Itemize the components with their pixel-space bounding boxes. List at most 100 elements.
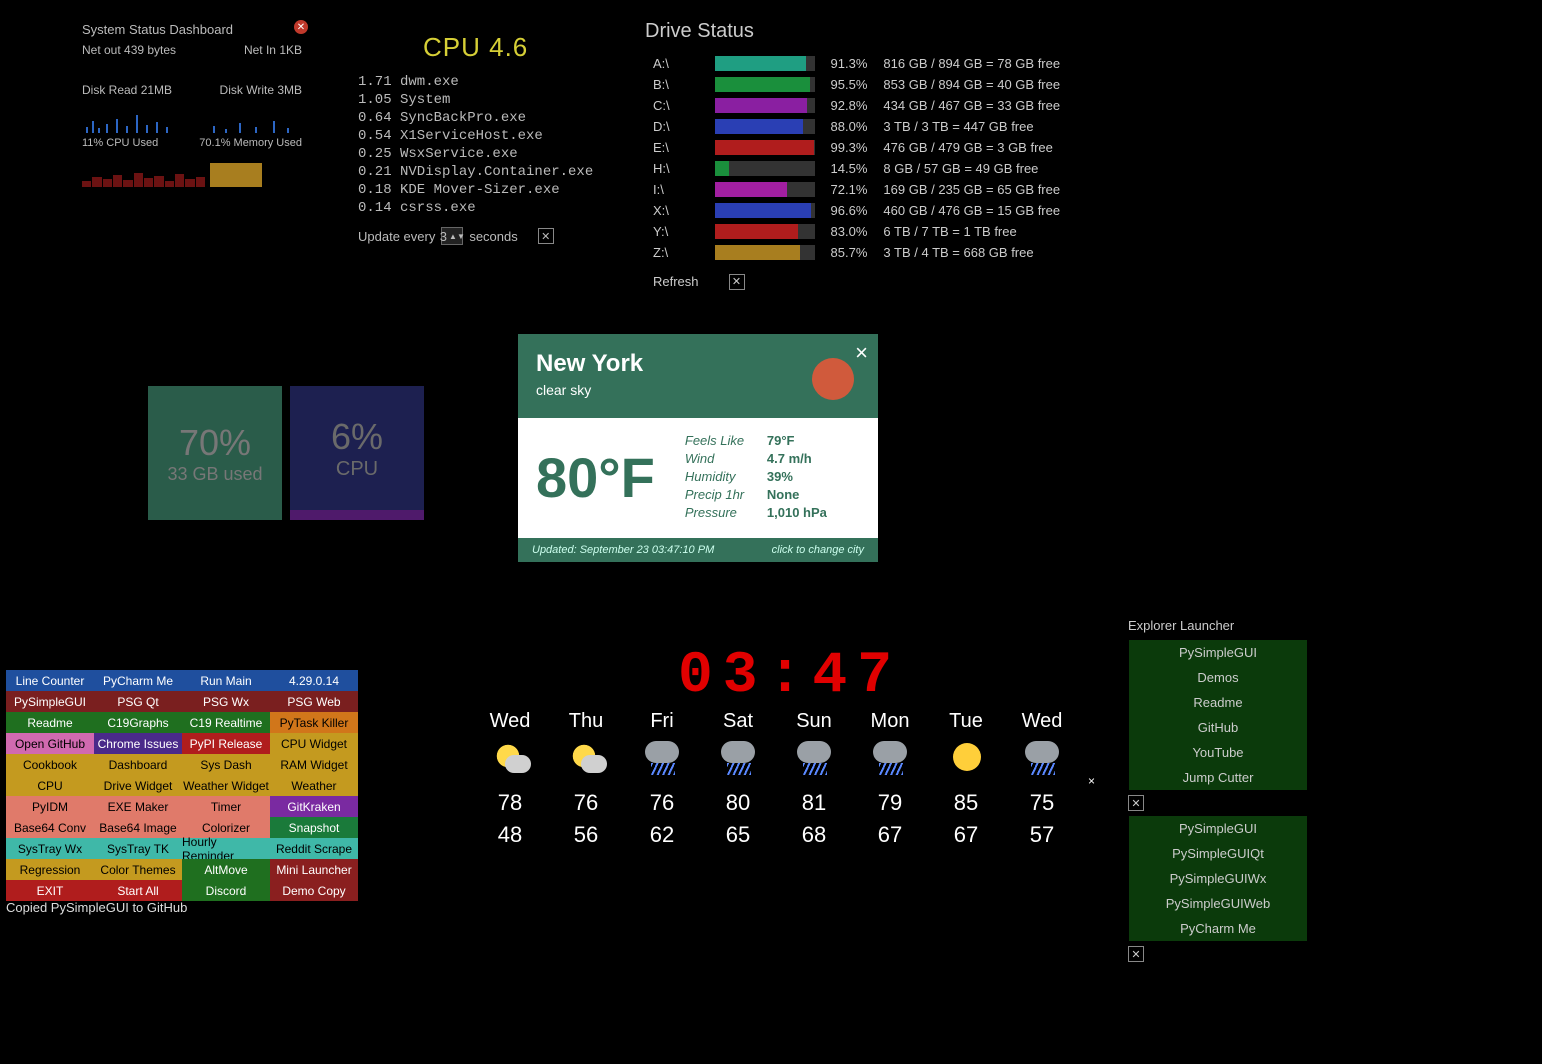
forecast-day-name: Wed xyxy=(474,710,546,733)
launcher-button[interactable]: Base64 Image xyxy=(94,817,182,838)
forecast-high: 85 xyxy=(930,787,1002,819)
launcher-button[interactable]: Reddit Scrape xyxy=(270,838,358,859)
launcher-button[interactable]: PSG Wx xyxy=(182,691,270,712)
launcher-button[interactable]: Sys Dash xyxy=(182,754,270,775)
explorer-item[interactable]: PySimpleGUI xyxy=(1129,640,1307,665)
forecast-day-name: Wed xyxy=(1006,710,1078,733)
launcher-button[interactable]: EXIT xyxy=(6,880,94,901)
launcher-button[interactable]: AltMove xyxy=(182,859,270,880)
launcher-button[interactable]: PSG Web xyxy=(270,691,358,712)
launcher-button[interactable]: Open GitHub xyxy=(6,733,94,754)
forecast-day: Sun8168 xyxy=(778,710,850,851)
explorer-close-1[interactable]: ✕ xyxy=(1128,795,1144,811)
refresh-label[interactable]: Refresh xyxy=(645,263,707,293)
cpu-used-label: 11% CPU Used xyxy=(82,137,158,149)
launcher-button[interactable]: Dashboard xyxy=(94,754,182,775)
drive-bar xyxy=(715,161,815,176)
explorer-item[interactable]: YouTube xyxy=(1129,740,1307,765)
launcher-button[interactable]: Base64 Conv xyxy=(6,817,94,838)
launcher-button[interactable]: CPU xyxy=(6,775,94,796)
launcher-button[interactable]: GitKraken xyxy=(270,796,358,817)
drive-bar xyxy=(715,119,815,134)
explorer-item[interactable]: GitHub xyxy=(1129,715,1307,740)
explorer-item[interactable]: Jump Cutter xyxy=(1129,765,1307,790)
launcher-button[interactable]: C19 Realtime xyxy=(182,712,270,733)
cpu-tile[interactable]: 6% CPU xyxy=(290,386,424,520)
launcher-button[interactable]: 4.29.0.14 xyxy=(270,670,358,691)
drive-bar xyxy=(715,224,815,239)
forecast-close-icon[interactable]: × xyxy=(1088,774,1095,788)
forecast-low: 62 xyxy=(626,819,698,851)
launcher-button[interactable]: SysTray TK xyxy=(94,838,182,859)
net-in-label: Net In 1KB xyxy=(244,43,302,57)
weather-hint[interactable]: click to change city xyxy=(772,544,864,556)
explorer-item[interactable]: PySimpleGUI xyxy=(1129,816,1307,841)
forecast-day-name: Mon xyxy=(854,710,926,733)
launcher-button[interactable]: RAM Widget xyxy=(270,754,358,775)
launcher-button[interactable]: CPU Widget xyxy=(270,733,358,754)
forecast-high: 75 xyxy=(1006,787,1078,819)
net-out-label: Net out 439 bytes xyxy=(82,43,176,57)
dashboard-title: System Status Dashboard xyxy=(82,22,302,37)
launcher-button[interactable]: PyPI Release xyxy=(182,733,270,754)
explorer-item[interactable]: Readme xyxy=(1129,690,1307,715)
drive-text: 3 TB / 4 TB = 668 GB free xyxy=(875,242,1068,263)
mem-used-label: 70.1% Memory Used xyxy=(199,137,302,149)
explorer-item[interactable]: PySimpleGUIWx xyxy=(1129,866,1307,891)
launcher-button[interactable]: Drive Widget xyxy=(94,775,182,796)
launcher-button[interactable]: Weather xyxy=(270,775,358,796)
weather-close-icon[interactable]: × xyxy=(855,340,868,366)
update-interval-spinner[interactable]: 3▲▼ xyxy=(441,227,463,245)
launcher-button[interactable]: Weather Widget xyxy=(182,775,270,796)
drive-close-button[interactable]: ✕ xyxy=(729,274,745,290)
launcher-button[interactable]: Demo Copy xyxy=(270,880,358,901)
launcher-button[interactable]: C19Graphs xyxy=(94,712,182,733)
launcher-button[interactable]: Regression xyxy=(6,859,94,880)
launcher-button[interactable]: Cookbook xyxy=(6,754,94,775)
explorer-item[interactable]: PySimpleGUIQt xyxy=(1129,841,1307,866)
forecast-low: 56 xyxy=(550,819,622,851)
launcher-button[interactable]: PyCharm Me xyxy=(94,670,182,691)
forecast-high: 81 xyxy=(778,787,850,819)
launcher-button[interactable]: Line Counter xyxy=(6,670,94,691)
cpu-tile-sub: CPU xyxy=(336,458,378,481)
launcher-button[interactable]: SysTray Wx xyxy=(6,838,94,859)
drive-percent: 88.0% xyxy=(823,116,876,137)
memory-percent: 70% xyxy=(179,422,251,464)
drive-percent: 83.0% xyxy=(823,221,876,242)
explorer-item[interactable]: PyCharm Me xyxy=(1129,916,1307,941)
launcher-button[interactable]: Discord xyxy=(182,880,270,901)
weather-clear-icon xyxy=(943,741,989,777)
memory-tile[interactable]: 70% 33 GB used xyxy=(148,386,282,520)
launcher-button[interactable]: PSG Qt xyxy=(94,691,182,712)
explorer-item[interactable]: Demos xyxy=(1129,665,1307,690)
launcher-button[interactable]: Run Main xyxy=(182,670,270,691)
launcher-button[interactable]: EXE Maker xyxy=(94,796,182,817)
launcher-button[interactable]: PyTask Killer xyxy=(270,712,358,733)
launcher-button[interactable]: Mini Launcher xyxy=(270,859,358,880)
launcher-button[interactable]: Start All xyxy=(94,880,182,901)
weather-sun-icon xyxy=(487,741,533,777)
forecast-day: Mon7967 xyxy=(854,710,926,851)
launcher-button[interactable]: Color Themes xyxy=(94,859,182,880)
drive-letter: H:\ xyxy=(645,158,707,179)
weather-detail-row: Humidity39% xyxy=(685,468,827,486)
forecast-day-name: Tue xyxy=(930,710,1002,733)
drive-text: 169 GB / 235 GB = 65 GB free xyxy=(875,179,1068,200)
status-line: Copied PySimpleGUI to GitHub xyxy=(6,900,187,915)
weather-detail-value: 79°F xyxy=(767,432,795,450)
launcher-button[interactable]: Timer xyxy=(182,796,270,817)
cpu-close-button[interactable]: ✕ xyxy=(538,228,554,244)
launcher-button[interactable]: Chrome Issues xyxy=(94,733,182,754)
explorer-item[interactable]: PySimpleGUIWeb xyxy=(1129,891,1307,916)
weather-detail-value: 1,010 hPa xyxy=(767,504,827,522)
launcher-button[interactable]: PyIDM xyxy=(6,796,94,817)
launcher-button[interactable]: PySimpleGUI xyxy=(6,691,94,712)
drive-bar xyxy=(715,182,815,197)
launcher-button[interactable]: Hourly Reminder xyxy=(182,838,270,859)
drive-letter: X:\ xyxy=(645,200,707,221)
close-icon[interactable]: ✕ xyxy=(294,20,308,34)
launcher-button[interactable]: Snapshot xyxy=(270,817,358,838)
explorer-close-2[interactable]: ✕ xyxy=(1128,946,1144,962)
launcher-button[interactable]: Readme xyxy=(6,712,94,733)
